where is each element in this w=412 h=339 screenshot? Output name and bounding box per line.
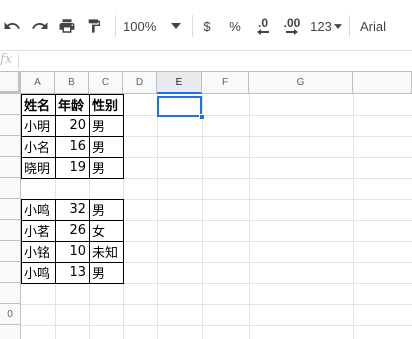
- toolbar: 100% $ % .0 .00 123 Arial: [0, 0, 412, 50]
- row-header[interactable]: [0, 115, 21, 136]
- column-header-b[interactable]: B: [55, 72, 89, 94]
- cell-name[interactable]: 小名: [21, 136, 55, 157]
- decrease-decimal-button[interactable]: .0: [252, 13, 274, 39]
- toolbar-separator: [349, 15, 350, 37]
- font-select[interactable]: Arial: [360, 13, 410, 39]
- cell-gender[interactable]: 男: [89, 136, 123, 157]
- currency-label: $: [203, 18, 211, 34]
- cell-gender[interactable]: 男: [89, 199, 123, 220]
- header-cell-age[interactable]: 年龄: [55, 94, 89, 115]
- decrease-decimal-label: .0: [257, 15, 268, 30]
- row-header[interactable]: [0, 157, 21, 178]
- cell-gender[interactable]: 未知: [89, 241, 123, 262]
- fx-icon: fx: [0, 52, 13, 67]
- cell-name[interactable]: 小明: [21, 115, 55, 136]
- row-header[interactable]: [0, 283, 21, 304]
- currency-button[interactable]: $: [198, 13, 216, 39]
- cell-age[interactable]: 10: [55, 241, 89, 262]
- formula-separator: [18, 54, 19, 69]
- column-header-d[interactable]: D: [123, 72, 157, 94]
- increase-decimal-label: .00: [283, 15, 301, 30]
- column-header-f[interactable]: F: [202, 72, 249, 94]
- header-cell-gender[interactable]: 性别: [89, 94, 123, 115]
- formula-bar[interactable]: fx: [0, 50, 412, 72]
- cell-name[interactable]: 小铭: [21, 241, 55, 262]
- grid-line: [21, 304, 412, 305]
- cell-age[interactable]: 16: [55, 136, 89, 157]
- column-header-g[interactable]: G: [249, 72, 353, 94]
- cell-name[interactable]: 小茗: [21, 220, 55, 241]
- cell-gender[interactable]: 男: [89, 262, 123, 283]
- cell-name[interactable]: 小鸣: [21, 262, 55, 283]
- cell-age[interactable]: 26: [55, 220, 89, 241]
- percent-label: %: [229, 18, 241, 34]
- row-header[interactable]: 0: [0, 304, 21, 325]
- percent-button[interactable]: %: [226, 13, 244, 39]
- header-cell-name[interactable]: 姓名: [21, 94, 55, 115]
- paint-format-icon[interactable]: [84, 13, 104, 39]
- arrow-left-icon: [257, 28, 269, 35]
- print-icon[interactable]: [56, 13, 78, 39]
- cell-age[interactable]: 32: [55, 199, 89, 220]
- spreadsheet-grid[interactable]: A B C D E F G 0 姓名 年龄 性别 小明 20 男 小名 16 男: [0, 72, 412, 339]
- grid-line: [353, 94, 354, 339]
- more-formats-button[interactable]: 123: [309, 13, 343, 39]
- grid-line: [157, 94, 158, 339]
- cell-age[interactable]: 19: [55, 157, 89, 178]
- row-header[interactable]: [0, 241, 21, 262]
- row-header[interactable]: [0, 262, 21, 283]
- row-header[interactable]: [0, 178, 21, 199]
- increase-decimal-button[interactable]: .00: [280, 13, 304, 39]
- select-all-corner[interactable]: [0, 72, 21, 94]
- cell-name[interactable]: 小鸣: [21, 199, 55, 220]
- cell-age[interactable]: 20: [55, 115, 89, 136]
- grid-line: [21, 325, 412, 326]
- toolbar-separator: [115, 15, 116, 37]
- cell-gender[interactable]: 女: [89, 220, 123, 241]
- chevron-down-icon[interactable]: [168, 13, 184, 39]
- column-header-c[interactable]: C: [89, 72, 123, 94]
- column-header-e[interactable]: E: [157, 72, 202, 94]
- cell-name[interactable]: 晓明: [21, 157, 55, 178]
- selected-cell-e1[interactable]: [157, 96, 202, 117]
- row-header[interactable]: [0, 220, 21, 241]
- row-header[interactable]: [0, 94, 21, 115]
- cell-gender[interactable]: 男: [89, 157, 123, 178]
- cell-age[interactable]: 13: [55, 262, 89, 283]
- more-formats-label: 123: [310, 18, 332, 34]
- arrow-right-icon: [286, 28, 298, 35]
- chevron-down-icon: [333, 23, 342, 29]
- redo-icon[interactable]: [30, 13, 50, 39]
- grid-line: [249, 94, 250, 339]
- zoom-select[interactable]: 100%: [123, 13, 167, 39]
- column-header-a[interactable]: A: [21, 72, 55, 94]
- toolbar-separator: [192, 15, 193, 37]
- row-header[interactable]: [0, 136, 21, 157]
- column-header-h[interactable]: [353, 72, 412, 94]
- font-name: Arial: [360, 18, 387, 34]
- row-header[interactable]: [0, 199, 21, 220]
- grid-line: [202, 94, 203, 339]
- cell-gender[interactable]: 男: [89, 115, 123, 136]
- zoom-value: 100%: [123, 18, 157, 34]
- fill-handle[interactable]: [199, 114, 205, 120]
- undo-icon[interactable]: [2, 13, 22, 39]
- row-header[interactable]: [0, 325, 21, 339]
